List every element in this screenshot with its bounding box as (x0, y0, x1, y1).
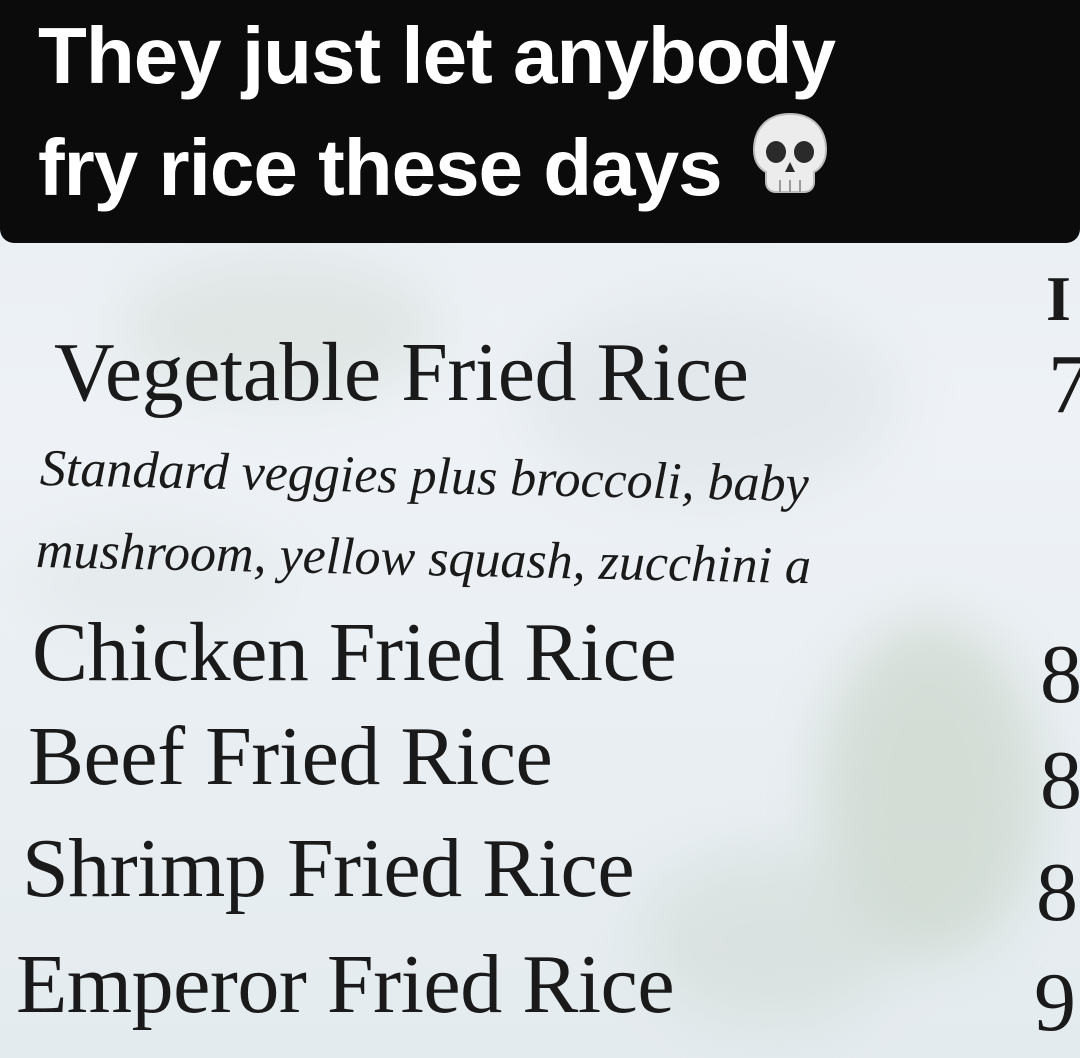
menu-item-name: Emperor Fried Rice (16, 938, 675, 1031)
caption-line-2-text: fry rice these days (38, 123, 723, 212)
meme-image: They just let anybody fry rice these day… (0, 0, 1080, 1058)
menu-item-price: 8 (1040, 734, 1080, 827)
menu-item-description: Standard veggies plus broccoli, baby (39, 440, 810, 514)
caption-line-2: fry rice these days (38, 112, 1038, 231)
caption-banner: They just let anybody fry rice these day… (0, 0, 1080, 243)
menu-item-price: 8 (1040, 628, 1080, 721)
menu-photo: I Vegetable Fried Rice 7 Standard veggie… (0, 243, 1080, 1058)
menu-item-name: Chicken Fried Rice (32, 606, 677, 699)
menu-item-price: 7 (1048, 338, 1080, 431)
caption-text: They just let anybody fry rice these day… (38, 0, 1038, 231)
caption-line-1: They just let anybody (38, 11, 836, 100)
menu-item-name: Beef Fried Rice (28, 710, 553, 803)
menu-item-name: Shrimp Fried Rice (22, 822, 635, 915)
menu-item-description: mushroom, yellow squash, zucchini a (35, 522, 812, 596)
menu-item-price: 9 (1034, 956, 1076, 1049)
menu-item-price: 8 (1036, 846, 1078, 939)
skull-icon (750, 110, 830, 225)
column-header: I (1046, 263, 1071, 334)
menu-item-name: Vegetable Fried Rice (54, 326, 749, 419)
